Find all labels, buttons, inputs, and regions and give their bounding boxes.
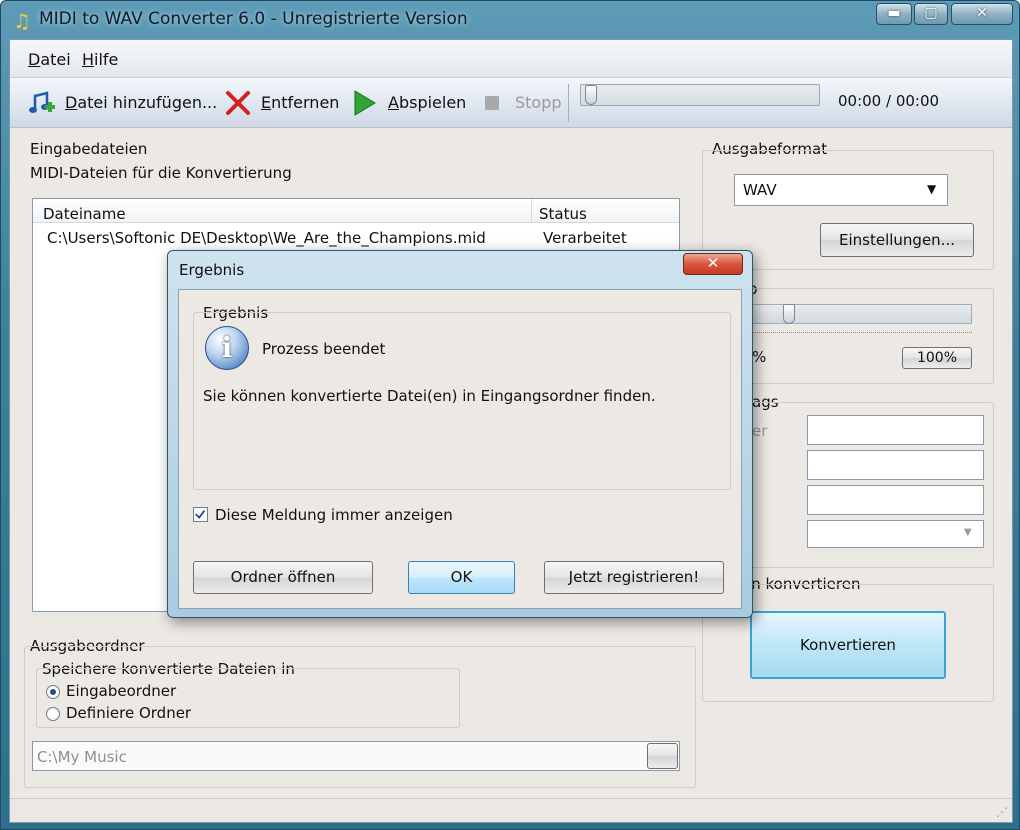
dialog-message: Prozess beendet [262, 340, 386, 358]
list-header: Dateiname Status [33, 199, 679, 223]
tag-field-1[interactable] [807, 415, 984, 445]
chevron-down-icon: ▼ [964, 527, 972, 538]
register-button[interactable]: Jetzt registrieren! [544, 561, 724, 594]
add-file-button[interactable]: Datei hinzufügen... [65, 91, 217, 115]
tag-field-3[interactable] [807, 485, 984, 515]
output-path-value: C:\My Music [37, 748, 127, 766]
remove-icon[interactable] [223, 88, 253, 118]
ok-button[interactable]: OK [408, 561, 515, 594]
window-title: MIDI to WAV Converter 6.0 - Unregistrier… [39, 9, 468, 29]
volume-ticks [752, 332, 972, 334]
stop-button[interactable]: Stopp [515, 91, 562, 115]
browse-folder-button[interactable] [647, 743, 678, 769]
column-divider[interactable] [531, 199, 532, 223]
result-dialog: Ergebnis ✕ Ergebnis i Prozess beendet Si… [167, 250, 753, 618]
time-display: 00:00 / 00:00 [838, 92, 940, 110]
volume-percent-button[interactable]: 100% [902, 347, 972, 369]
radio-input-folder[interactable] [46, 685, 60, 699]
minimize-button[interactable]: ▬ [876, 3, 912, 25]
chevron-down-icon: ▼ [927, 182, 937, 196]
dialog-client-area: Ergebnis i Prozess beendet Sie können ko… [178, 289, 742, 609]
radio-input-folder-label[interactable]: Eingabeordner [66, 682, 176, 700]
info-icon: i [205, 326, 249, 370]
settings-button[interactable]: Einstellungen... [820, 223, 974, 257]
volume-slider-thumb[interactable] [783, 304, 796, 324]
always-show-label[interactable]: Diese Meldung immer anzeigen [215, 506, 453, 524]
table-row[interactable]: C:\Users\Softonic DE\Desktop\We_Are_the_… [33, 225, 679, 251]
row-filename: C:\Users\Softonic DE\Desktop\We_Are_the_… [47, 229, 486, 247]
remove-button[interactable]: Entfernen [261, 91, 339, 115]
input-subtitle: MIDI-Dateien für die Konvertierung [30, 164, 292, 182]
output-path-field[interactable]: C:\My Music [32, 741, 680, 771]
position-slider-thumb[interactable] [585, 85, 597, 105]
open-folder-button[interactable]: Ordner öffnen [193, 561, 373, 594]
radio-custom-folder-label[interactable]: Definiere Ordner [66, 704, 191, 722]
tag-field-2[interactable] [807, 450, 984, 480]
status-bar: ⋰ [10, 798, 1012, 822]
tag-label-partial: er [752, 422, 768, 440]
toolbar: Datei hinzufügen... Entfernen Abspielen … [10, 78, 1012, 128]
close-button[interactable]: ✕ [951, 3, 1013, 25]
checkmark-icon [195, 510, 206, 519]
play-button[interactable]: Abspielen [388, 91, 466, 115]
menu-datei[interactable]: Datei [28, 50, 71, 69]
radio-custom-folder[interactable] [46, 707, 60, 721]
maximize-button[interactable]: ▢ [914, 3, 948, 25]
add-file-icon[interactable] [26, 88, 56, 118]
always-show-checkbox[interactable] [193, 507, 208, 522]
row-status: Verarbeitet [543, 229, 627, 247]
position-slider-track[interactable] [580, 84, 820, 106]
tag-genre-select[interactable]: ▼ [807, 520, 984, 548]
dialog-close-button[interactable]: ✕ [683, 253, 743, 275]
dialog-detail: Sie können konvertierte Datei(en) in Ein… [203, 387, 656, 405]
dialog-title: Ergebnis [179, 261, 245, 279]
menu-bar: Datei Hilfe [10, 40, 1012, 78]
input-group-title: Eingabedateien [30, 140, 148, 158]
stop-icon[interactable] [480, 88, 510, 118]
convert-button[interactable]: Konvertieren [750, 611, 946, 679]
column-header-filename[interactable]: Dateiname [43, 205, 126, 223]
title-bar[interactable]: ♫ MIDI to WAV Converter 6.0 - Unregistri… [1, 1, 1020, 39]
column-header-status[interactable]: Status [539, 205, 587, 223]
app-logo-icon: ♫ [13, 9, 31, 33]
menu-hilfe[interactable]: Hilfe [82, 50, 118, 69]
play-icon[interactable] [349, 88, 379, 118]
volume-percent-partial: % [752, 348, 767, 366]
format-select[interactable]: WAV ▼ [734, 174, 948, 206]
format-selected-value: WAV [743, 181, 777, 199]
resize-grip-icon[interactable]: ⋰ [996, 805, 1008, 819]
toolbar-separator [568, 84, 569, 122]
